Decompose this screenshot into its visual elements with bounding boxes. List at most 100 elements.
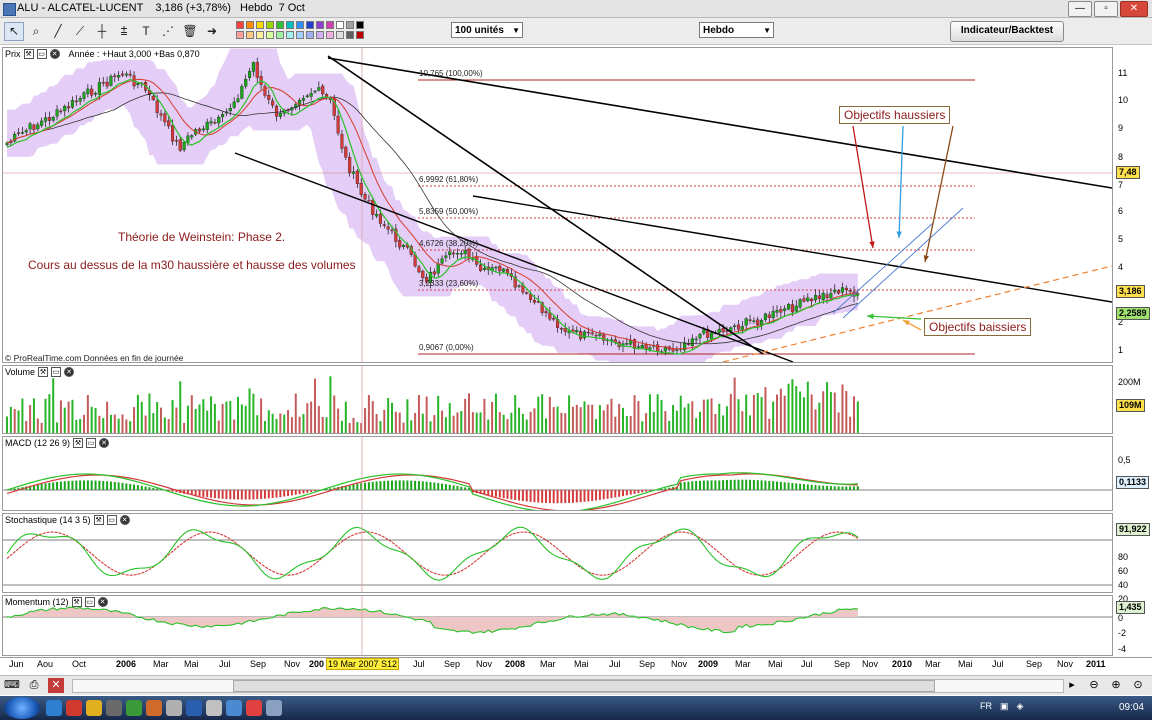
app-icon[interactable] (226, 700, 242, 716)
color-swatch[interactable] (326, 21, 334, 29)
color-swatch[interactable] (286, 21, 294, 29)
color-swatch[interactable] (256, 21, 264, 29)
trash-icon[interactable]: 🗑 (180, 22, 200, 41)
volume-bar (510, 412, 513, 433)
line-tool-icon[interactable]: ╱ (48, 22, 68, 41)
language-indicator[interactable]: FR (980, 701, 992, 712)
app-icon[interactable] (206, 700, 222, 716)
color-palette[interactable] (236, 21, 364, 39)
time-axis-label: Mai (768, 659, 783, 669)
color-swatch[interactable] (246, 21, 254, 29)
price-pane[interactable]: Prix ⚒ ▭ ✕ Année : +Haut 3,000 +Bas 0,87… (2, 47, 1113, 363)
macd-histogram-bar (799, 483, 802, 490)
candle-body (694, 338, 698, 341)
app-icon[interactable] (246, 700, 262, 716)
network-icon[interactable]: ▣ (1000, 701, 1009, 712)
color-swatch[interactable] (236, 31, 244, 39)
macd-histogram-bar (314, 490, 316, 492)
color-swatch[interactable] (286, 31, 294, 39)
color-swatch[interactable] (256, 31, 264, 39)
horizontal-line-icon[interactable]: ┼ (92, 22, 112, 41)
color-swatch[interactable] (276, 31, 284, 39)
close-pane-icon[interactable]: ✕ (99, 438, 110, 448)
momentum-area (7, 607, 858, 634)
wrench-icon[interactable]: ⚒ (73, 438, 84, 448)
macd-histogram-bar (391, 480, 393, 490)
app-icon[interactable] (66, 700, 82, 716)
zoom-in-icon[interactable]: ⊕ (1108, 678, 1124, 693)
color-swatch[interactable] (346, 31, 354, 39)
pitchfork-icon[interactable]: ⋰ (158, 22, 178, 41)
color-swatch[interactable] (326, 31, 334, 39)
color-swatch[interactable] (306, 21, 314, 29)
color-swatch[interactable] (336, 21, 344, 29)
window-icon[interactable]: ▭ (84, 597, 95, 607)
wrench-icon[interactable]: ⚒ (71, 597, 82, 607)
minimize-icon[interactable]: — (1068, 1, 1092, 17)
print-icon[interactable]: ⎙ (26, 678, 42, 693)
scroll-right-icon[interactable]: ▸ (1064, 678, 1080, 693)
ray-tool-icon[interactable]: ⟋ (70, 22, 90, 41)
scroll-thumb[interactable] (233, 680, 935, 692)
app-icon[interactable] (106, 700, 122, 716)
macd-pane[interactable]: MACD (12 26 9) ⚒ ▭ ✕ (2, 436, 1113, 511)
color-swatch[interactable] (266, 31, 274, 39)
momentum-pane[interactable]: Momentum (12) ⚒ ▭ ✕ (2, 595, 1113, 656)
volume-icon[interactable]: ◈ (1017, 701, 1024, 712)
color-swatch[interactable] (266, 21, 274, 29)
stochastic-pane[interactable]: Stochastique (14 3 5) ⚒ ▭ ✕ (2, 513, 1113, 593)
color-swatch[interactable] (276, 21, 284, 29)
volume-bar (460, 411, 463, 433)
close-icon[interactable]: ✕ (1120, 1, 1148, 17)
scroll-track[interactable] (72, 679, 1064, 693)
color-swatch[interactable] (296, 21, 304, 29)
window-icon[interactable]: ▭ (86, 438, 97, 448)
color-swatch[interactable] (346, 21, 354, 29)
window-icon[interactable]: ▭ (36, 49, 47, 59)
close-pane-icon[interactable]: ✕ (119, 515, 130, 525)
color-swatch[interactable] (356, 31, 364, 39)
start-button-icon[interactable] (4, 697, 40, 719)
app-icon[interactable] (126, 700, 142, 716)
maximize-icon[interactable]: ▫ (1094, 1, 1118, 17)
volume-pane[interactable]: Volume ⚒ ▭ ✕ (2, 365, 1113, 434)
close-pane-icon[interactable]: ✕ (97, 597, 108, 607)
color-swatch[interactable] (246, 31, 254, 39)
macd-histogram-bar (375, 481, 378, 490)
candle-body (398, 240, 402, 248)
units-select[interactable]: 100 unités ▼ (451, 22, 523, 38)
color-swatch[interactable] (336, 31, 344, 39)
keyboard-icon[interactable]: ⌨ (4, 678, 20, 693)
fibonacci-icon[interactable]: ⩲ (114, 22, 134, 41)
ie-icon[interactable] (46, 700, 62, 716)
zoom-out-icon[interactable]: ⊖ (1086, 678, 1102, 693)
app-icon[interactable] (266, 700, 282, 716)
window-icon[interactable]: ▭ (51, 367, 62, 377)
zoom-fit-icon[interactable]: ⊙ (1130, 678, 1146, 693)
close-pane-icon[interactable]: ✕ (49, 49, 60, 59)
zoom-icon[interactable]: ⌕ (26, 22, 46, 41)
folder-icon[interactable] (86, 700, 102, 716)
wrench-icon[interactable]: ⚒ (38, 367, 49, 377)
volume-bar (464, 398, 467, 433)
firefox-icon[interactable] (146, 700, 162, 716)
wrench-icon[interactable]: ⚒ (23, 49, 34, 59)
color-swatch[interactable] (316, 31, 324, 39)
indicator-backtest-button[interactable]: Indicateur/Backtest (950, 21, 1064, 42)
color-swatch[interactable] (316, 21, 324, 29)
app-icon[interactable] (166, 700, 182, 716)
window-icon[interactable]: ▭ (106, 515, 117, 525)
period-select[interactable]: Hebdo ▼ (699, 22, 774, 38)
cross-icon[interactable]: ✕ (48, 678, 64, 693)
wrench-icon[interactable]: ⚒ (93, 515, 104, 525)
text-tool-icon[interactable]: T (136, 22, 156, 41)
color-swatch[interactable] (236, 21, 244, 29)
arrow-right-icon[interactable]: ➜ (202, 22, 222, 41)
candle-body (833, 289, 837, 293)
color-swatch[interactable] (296, 31, 304, 39)
pointer-icon[interactable]: ↖ (4, 22, 24, 41)
app-icon[interactable] (186, 700, 202, 716)
color-swatch[interactable] (306, 31, 314, 39)
color-swatch[interactable] (356, 21, 364, 29)
close-pane-icon[interactable]: ✕ (64, 367, 75, 377)
